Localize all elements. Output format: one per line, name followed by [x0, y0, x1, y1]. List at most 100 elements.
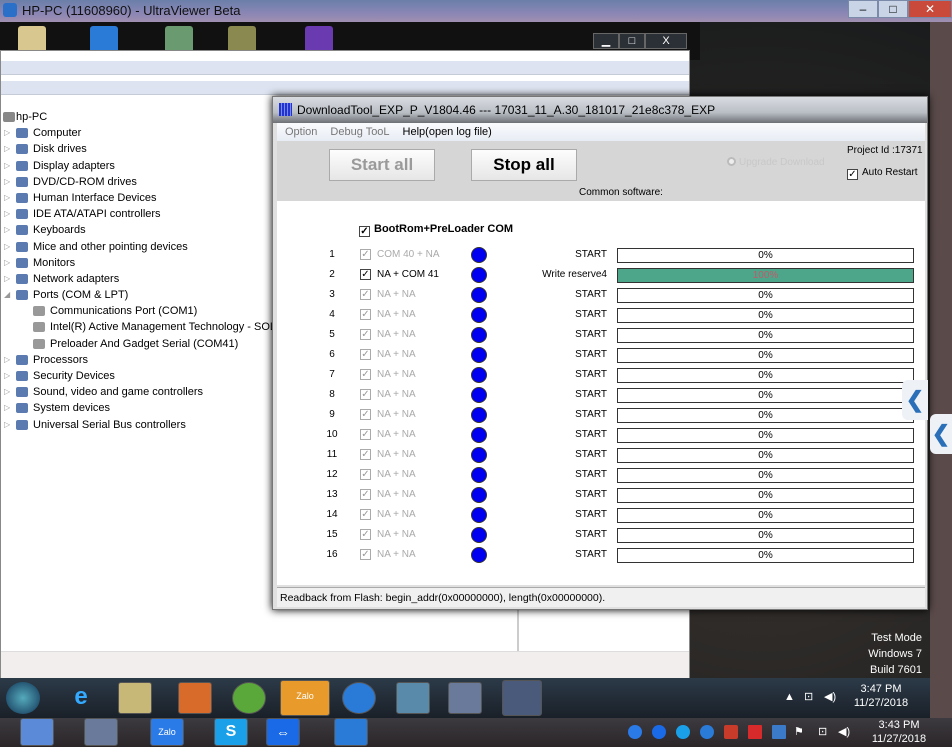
- zalo-icon[interactable]: Zalo: [280, 680, 330, 716]
- tree-item[interactable]: ▷ Sound, video and game controllers: [1, 384, 273, 400]
- tree-item[interactable]: ▷ Mice and other pointing devices: [1, 239, 273, 255]
- expand-arrow-icon[interactable]: ▷: [4, 400, 10, 416]
- tree-item[interactable]: Communications Port (COM1): [1, 303, 273, 319]
- port-checkbox[interactable]: ✓: [360, 489, 371, 500]
- coccoc-icon[interactable]: [232, 682, 266, 714]
- tree-item[interactable]: ▷ Display adapters: [1, 158, 273, 174]
- tree-item[interactable]: ▷ Processors: [1, 352, 273, 368]
- control-panel-icon[interactable]: [396, 682, 430, 714]
- port-checkbox[interactable]: ✓: [360, 309, 371, 320]
- expand-arrow-icon[interactable]: ▷: [4, 125, 10, 141]
- status-bar: [1, 651, 689, 679]
- expand-arrow-icon[interactable]: ▷: [4, 190, 10, 206]
- expand-arrow-icon[interactable]: ▷: [4, 417, 10, 433]
- zalo-icon[interactable]: Zalo: [150, 718, 184, 746]
- tree-item[interactable]: Preloader And Gadget Serial (COM41): [1, 336, 273, 352]
- start-button[interactable]: [6, 682, 40, 714]
- teamviewer-tray-icon[interactable]: [652, 725, 666, 739]
- maximize-button[interactable]: □: [619, 33, 645, 49]
- local-clock[interactable]: 3:43 PM 11/27/2018: [866, 718, 932, 746]
- tree-item[interactable]: ▷ Disk drives: [1, 141, 273, 157]
- port-checkbox[interactable]: ✓: [360, 469, 371, 480]
- collapse-panel-button[interactable]: ❮: [930, 414, 952, 454]
- explorer-icon[interactable]: [118, 682, 152, 714]
- tree-item[interactable]: ▷ Universal Serial Bus controllers: [1, 417, 273, 433]
- internet-explorer-icon[interactable]: e: [64, 682, 98, 714]
- tree-item[interactable]: ▷ Computer: [1, 125, 273, 141]
- port-checkbox[interactable]: ✓: [360, 349, 371, 360]
- port-checkbox[interactable]: ✓: [360, 549, 371, 560]
- action-center-flag-icon[interactable]: ⚑: [794, 725, 804, 739]
- port-checkbox[interactable]: ✓: [360, 329, 371, 340]
- tree-root[interactable]: hp-PC: [1, 109, 273, 125]
- teamviewer-icon[interactable]: ⇔: [266, 718, 300, 746]
- port-checkbox[interactable]: ✓: [360, 269, 371, 280]
- start-all-button[interactable]: Start all: [329, 149, 435, 181]
- collapse-panel-button[interactable]: ❮: [902, 380, 928, 420]
- stop-all-button[interactable]: Stop all: [471, 149, 577, 181]
- vietkey-tray-icon[interactable]: [748, 725, 762, 739]
- skype-tray-icon[interactable]: [676, 725, 690, 739]
- show-hidden-icons[interactable]: ▲: [784, 690, 795, 704]
- upgrade-download-radio[interactable]: Upgrade Download: [727, 157, 825, 168]
- volume-icon[interactable]: ◀): [838, 725, 850, 739]
- port-checkbox[interactable]: ✓: [360, 529, 371, 540]
- port-checkbox[interactable]: ✓: [360, 509, 371, 520]
- port-checkbox[interactable]: ✓: [360, 449, 371, 460]
- expand-arrow-icon[interactable]: ▷: [4, 158, 10, 174]
- expand-arrow-icon[interactable]: ▷: [4, 174, 10, 190]
- expand-arrow-icon[interactable]: ▷: [4, 271, 10, 287]
- tree-item[interactable]: ▷ Keyboards: [1, 222, 273, 238]
- network-icon[interactable]: ⊡: [818, 725, 827, 739]
- expand-arrow-icon[interactable]: ▷: [4, 222, 10, 238]
- ultraviewer-icon[interactable]: [342, 682, 376, 714]
- minimize-button[interactable]: –: [848, 0, 878, 18]
- volume-icon[interactable]: ◀): [824, 690, 836, 704]
- device-manager-icon[interactable]: [448, 682, 482, 714]
- download-tool-taskbar-icon[interactable]: [502, 680, 542, 716]
- remote-clock[interactable]: 3:47 PM 11/27/2018: [846, 682, 916, 710]
- tree-item[interactable]: Intel(R) Active Management Technology - …: [1, 319, 276, 335]
- expand-arrow-icon[interactable]: ▷: [4, 352, 10, 368]
- minimize-button[interactable]: ▁: [593, 33, 619, 49]
- port-checkbox[interactable]: ✓: [360, 289, 371, 300]
- ultraviewer-icon[interactable]: [334, 718, 368, 746]
- antivirus-tray-icon[interactable]: [724, 725, 738, 739]
- skype-icon[interactable]: S: [214, 718, 248, 746]
- tree-item[interactable]: ▷ DVD/CD-ROM drives: [1, 174, 273, 190]
- close-button[interactable]: ✕: [908, 0, 952, 18]
- auto-restart-checkbox[interactable]: ✓ Auto Restart: [847, 167, 918, 180]
- port-checkbox[interactable]: ✓: [360, 369, 371, 380]
- port-checkbox[interactable]: ✓: [360, 409, 371, 420]
- bootrom-preloader-checkbox[interactable]: ✓ BootRom+PreLoader COM: [359, 223, 513, 237]
- expand-arrow-icon[interactable]: ▷: [4, 206, 10, 222]
- expand-arrow-icon[interactable]: ▷: [4, 384, 10, 400]
- expand-arrow-icon[interactable]: ▷: [4, 255, 10, 271]
- expanded-arrow-icon[interactable]: ◢: [4, 287, 10, 303]
- maximize-button[interactable]: □: [878, 0, 908, 18]
- device-manager-icon[interactable]: [84, 718, 118, 746]
- language-tray-icon[interactable]: [772, 725, 786, 739]
- tree-item[interactable]: ▷ Human Interface Devices: [1, 190, 273, 206]
- expand-arrow-icon[interactable]: ▷: [4, 141, 10, 157]
- expand-arrow-icon[interactable]: ▷: [4, 239, 10, 255]
- zalo-tray-icon[interactable]: [628, 725, 642, 739]
- tree-item[interactable]: ▷ IDE ATA/ATAPI controllers: [1, 206, 273, 222]
- menu-debug-tool[interactable]: Debug TooL: [330, 126, 389, 141]
- tree-item[interactable]: ▷ Network adapters: [1, 271, 273, 287]
- expand-arrow-icon[interactable]: ▷: [4, 368, 10, 384]
- menu-option[interactable]: Option: [285, 126, 317, 141]
- network-icon[interactable]: ⊡: [804, 690, 813, 704]
- media-player-icon[interactable]: [178, 682, 212, 714]
- tree-item[interactable]: ▷ System devices: [1, 400, 273, 416]
- tree-item[interactable]: ▷ Security Devices: [1, 368, 273, 384]
- port-checkbox[interactable]: ✓: [360, 389, 371, 400]
- tree-item[interactable]: ◢ Ports (COM & LPT): [1, 287, 273, 303]
- menu-help[interactable]: Help(open log file): [403, 126, 492, 141]
- ultraviewer-tray-icon[interactable]: [700, 725, 714, 739]
- close-button[interactable]: X: [645, 33, 687, 49]
- keyboard-app-icon[interactable]: [20, 718, 54, 746]
- tree-item[interactable]: ▷ Monitors: [1, 255, 273, 271]
- port-checkbox[interactable]: ✓: [360, 249, 371, 260]
- port-checkbox[interactable]: ✓: [360, 429, 371, 440]
